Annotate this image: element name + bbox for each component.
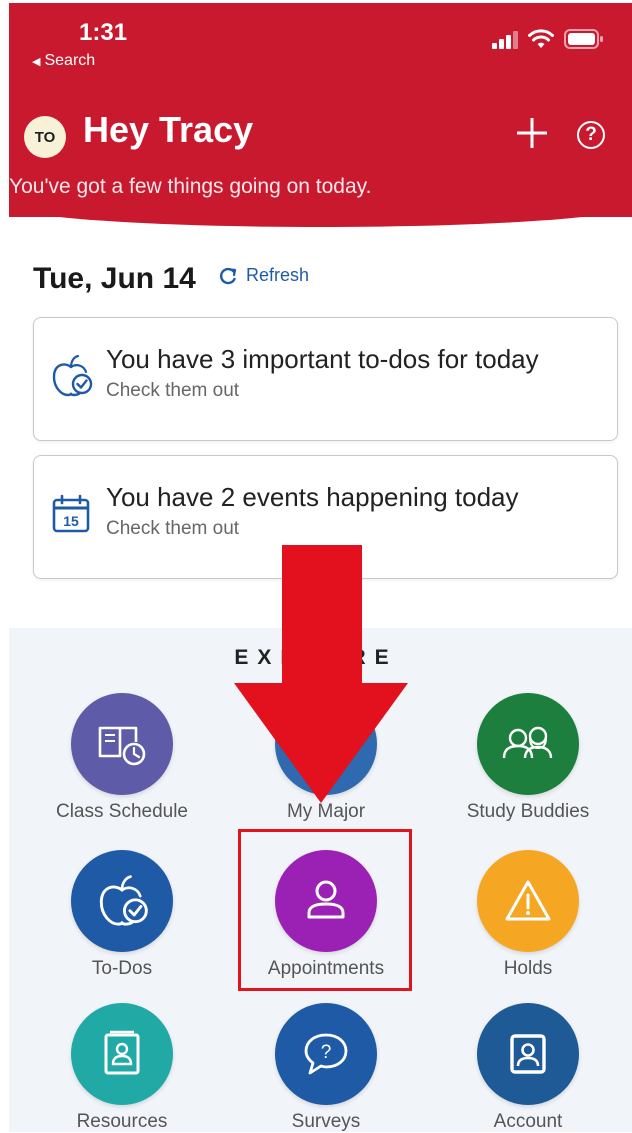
triangle-left-icon: ◀: [32, 56, 41, 68]
account-portrait-icon: [510, 1034, 546, 1074]
signal-icon: [492, 31, 518, 49]
card-title: You have 3 important to-dos for today: [106, 344, 539, 374]
tile-circle: [71, 1003, 173, 1105]
apple-check-icon: [99, 875, 148, 926]
tile-label: Holds: [503, 958, 553, 979]
tile-circle: [477, 1003, 579, 1105]
question-circle-icon[interactable]: ?: [577, 121, 605, 149]
tile-to-dos[interactable]: To-Dos: [22, 850, 222, 980]
appointments-highlight-box: [238, 829, 412, 991]
tile-label: Study Buddies: [466, 801, 590, 822]
header-subtitle: You've got a few things going on today.: [9, 175, 372, 198]
current-date: Tue, Jun 14: [33, 262, 196, 295]
todos-card[interactable]: You have 3 important to-dos for today Ch…: [33, 317, 618, 441]
apple-check-icon: [52, 354, 93, 397]
book-clock-icon: [98, 726, 146, 766]
avatar[interactable]: TO: [24, 116, 66, 158]
refresh-icon: [219, 267, 237, 284]
back-search-label: Search: [44, 52, 96, 69]
people-icon: [502, 726, 553, 759]
speech-question-icon: ?: [304, 1033, 348, 1075]
wifi-icon: [528, 29, 554, 48]
tile-label: Account: [493, 1111, 563, 1132]
tile-account[interactable]: Account: [428, 1003, 628, 1133]
red-down-arrow: [234, 545, 408, 803]
calendar-day-number: 15: [63, 513, 79, 529]
battery-icon: [564, 29, 603, 49]
tile-circle: [71, 693, 173, 795]
tile-label: Class Schedule: [55, 801, 189, 822]
plus-icon[interactable]: [512, 113, 552, 153]
card-subtitle: Check them out: [106, 518, 240, 539]
refresh-button[interactable]: Refresh: [218, 265, 309, 286]
tile-label: Resources: [76, 1111, 168, 1132]
card-subtitle: Check them out: [106, 380, 240, 401]
contact-book-icon: [104, 1030, 140, 1075]
tile-surveys[interactable]: ? Surveys: [226, 1003, 426, 1133]
app-header: 1:31 ◀ Search TO Hey Tracy ? You've got a…: [9, 3, 632, 227]
tile-holds[interactable]: Holds: [428, 850, 628, 980]
tile-label: To-Dos: [91, 958, 153, 979]
status-time: 1:31: [79, 19, 128, 46]
back-to-search-link[interactable]: ◀ Search: [32, 52, 95, 70]
status-icons: [492, 29, 604, 49]
tile-circle: [71, 850, 173, 952]
page-title: Hey Tracy: [83, 109, 254, 150]
tile-study-buddies[interactable]: Study Buddies: [428, 693, 628, 823]
tile-label: My Major: [286, 801, 366, 822]
tile-circle: [477, 693, 579, 795]
calendar-icon: 15: [52, 494, 90, 533]
survey-question-mark: ?: [321, 1042, 332, 1063]
tile-circle: [477, 850, 579, 952]
warning-icon: [505, 880, 551, 921]
tile-class-schedule[interactable]: Class Schedule: [22, 693, 222, 823]
refresh-label: Refresh: [246, 265, 310, 285]
tile-label: Surveys: [291, 1111, 361, 1132]
card-title: You have 2 events happening today: [106, 482, 519, 512]
tile-resources[interactable]: Resources: [22, 1003, 222, 1133]
tile-circle: ?: [275, 1003, 377, 1105]
